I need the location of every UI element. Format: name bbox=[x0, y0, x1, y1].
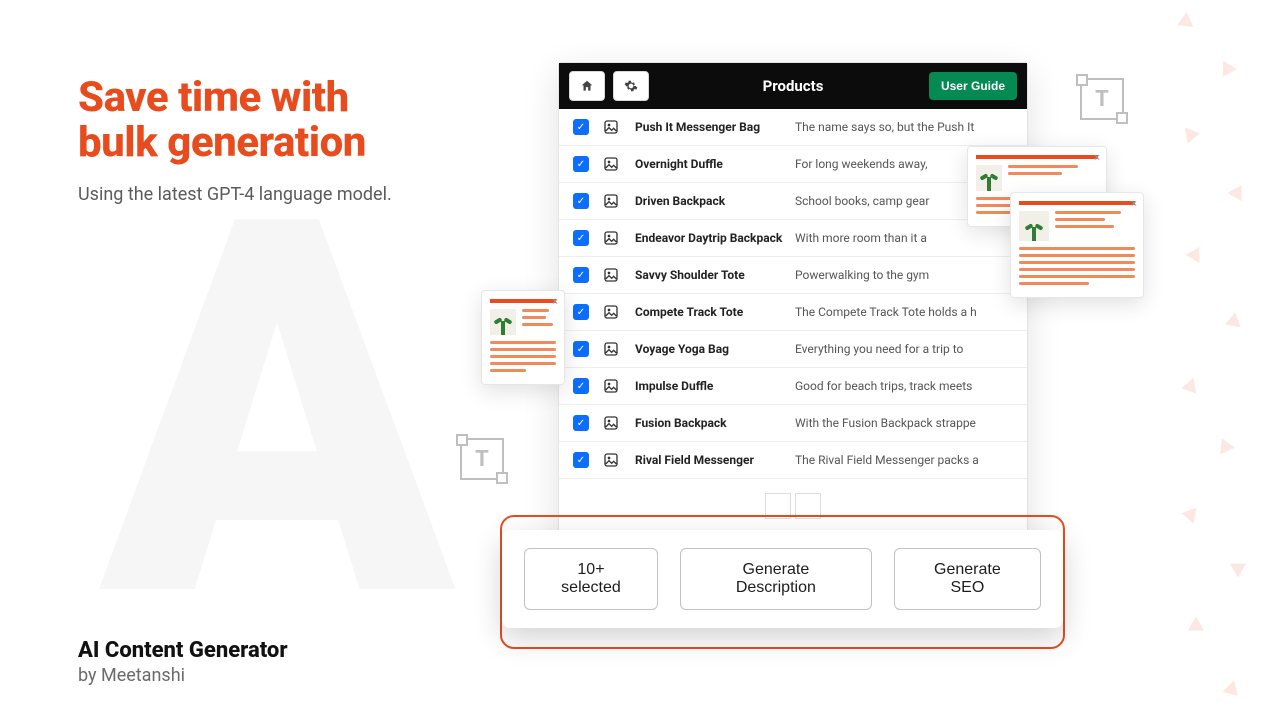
image-icon bbox=[603, 452, 619, 468]
product-name: Impulse Duffle bbox=[635, 379, 795, 393]
product-rows: ✓ Push It Messenger BagThe name says so, … bbox=[559, 109, 1027, 479]
image-icon bbox=[603, 193, 619, 209]
hero-title-line1: Save time with bbox=[78, 73, 349, 122]
row-checkbox[interactable]: ✓ bbox=[573, 267, 589, 283]
row-checkbox[interactable]: ✓ bbox=[573, 378, 589, 394]
image-icon bbox=[603, 378, 619, 394]
image-icon bbox=[603, 267, 619, 283]
product-name: Driven Backpack bbox=[635, 194, 795, 208]
product-name: Voyage Yoga Bag bbox=[635, 342, 795, 356]
hero-subtitle: Using the latest GPT-4 language model. bbox=[78, 184, 392, 205]
preview-card-small: × bbox=[481, 290, 565, 385]
bulk-action-highlight: 10+ selected Generate Description Genera… bbox=[500, 515, 1065, 649]
table-row[interactable]: ✓ Compete Track ToteThe Compete Track Tot… bbox=[559, 294, 1027, 331]
settings-button[interactable] bbox=[613, 71, 649, 101]
product-desc: Everything you need for a trip to bbox=[795, 342, 1013, 356]
table-row[interactable]: ✓ Savvy Shoulder TotePowerwalking to the … bbox=[559, 257, 1027, 294]
product-desc: The Compete Track Tote holds a h bbox=[795, 305, 1013, 319]
product-desc: With the Fusion Backpack strappe bbox=[795, 416, 1013, 430]
panel-toolbar: Products User Guide bbox=[559, 63, 1027, 109]
home-icon bbox=[580, 79, 594, 93]
row-checkbox[interactable]: ✓ bbox=[573, 304, 589, 320]
row-checkbox[interactable]: ✓ bbox=[573, 193, 589, 209]
product-desc: The Rival Field Messenger packs a bbox=[795, 453, 1013, 467]
product-name: Savvy Shoulder Tote bbox=[635, 268, 795, 282]
table-row[interactable]: ✓ Voyage Yoga BagEverything you need for … bbox=[559, 331, 1027, 368]
product-name: Compete Track Tote bbox=[635, 305, 795, 319]
background-pattern bbox=[1160, 0, 1280, 720]
hero: Save time with bulk generation Using the… bbox=[78, 75, 392, 205]
home-button[interactable] bbox=[569, 71, 605, 101]
generate-seo-button[interactable]: Generate SEO bbox=[894, 548, 1041, 610]
close-icon[interactable]: × bbox=[1131, 197, 1137, 210]
product-name: Fusion Backpack bbox=[635, 416, 795, 430]
close-icon[interactable]: × bbox=[1094, 151, 1100, 164]
product-name: Overnight Duffle bbox=[635, 157, 795, 171]
gear-icon bbox=[624, 79, 638, 93]
table-row[interactable]: ✓Overnight DuffleFor long weekends away, bbox=[559, 146, 1027, 183]
table-row[interactable]: ✓ Fusion BackpackWith the Fusion Backpack… bbox=[559, 405, 1027, 442]
brand-block: AI Content Generator by Meetanshi bbox=[78, 638, 288, 686]
hero-title-line2: bulk generation bbox=[78, 118, 366, 167]
panel-title: Products bbox=[657, 77, 929, 95]
image-icon bbox=[603, 304, 619, 320]
textframe-handle-icon: T bbox=[460, 438, 504, 480]
bulk-action-bar: 10+ selected Generate Description Genera… bbox=[502, 530, 1063, 628]
image-icon bbox=[603, 156, 619, 172]
background-letter: A bbox=[100, 230, 454, 594]
image-icon bbox=[603, 341, 619, 357]
generate-description-button[interactable]: Generate Description bbox=[680, 548, 872, 610]
close-icon[interactable]: × bbox=[552, 295, 558, 308]
products-panel: Products User Guide ✓ Push It Messenger B… bbox=[558, 62, 1028, 538]
product-name: Rival Field Messenger bbox=[635, 453, 795, 467]
table-row[interactable]: ✓ Push It Messenger BagThe name says so, … bbox=[559, 109, 1027, 146]
brand-byline: by Meetanshi bbox=[78, 665, 288, 686]
preview-card-large: × bbox=[1010, 192, 1144, 298]
product-desc: Powerwalking to the gym bbox=[795, 268, 1013, 282]
table-row[interactable]: ✓Driven BackpackSchool books, camp gear bbox=[559, 183, 1027, 220]
image-icon bbox=[603, 415, 619, 431]
table-row[interactable]: ✓ Endeavor Daytrip BackpackWith more room… bbox=[559, 220, 1027, 257]
table-row[interactable]: ✓ Rival Field MessengerThe Rival Field Me… bbox=[559, 442, 1027, 479]
row-checkbox[interactable]: ✓ bbox=[573, 341, 589, 357]
image-icon bbox=[603, 230, 619, 246]
product-desc: Good for beach trips, track meets bbox=[795, 379, 1013, 393]
row-checkbox[interactable]: ✓ bbox=[573, 230, 589, 246]
row-checkbox[interactable]: ✓ bbox=[573, 156, 589, 172]
product-desc: With more room than it a bbox=[795, 231, 1013, 245]
row-checkbox[interactable]: ✓ bbox=[573, 452, 589, 468]
row-checkbox[interactable]: ✓ bbox=[573, 119, 589, 135]
product-name: Push It Messenger Bag bbox=[635, 120, 795, 134]
product-name: Endeavor Daytrip Backpack bbox=[635, 231, 795, 245]
selected-count-button[interactable]: 10+ selected bbox=[524, 548, 658, 610]
image-icon bbox=[603, 119, 619, 135]
product-desc: The name says so, but the Push It bbox=[795, 120, 1013, 134]
table-row[interactable]: ✓ Impulse DuffleGood for beach trips, tra… bbox=[559, 368, 1027, 405]
textframe-handle-icon: T bbox=[1080, 78, 1124, 120]
user-guide-button[interactable]: User Guide bbox=[929, 72, 1017, 100]
brand-name: AI Content Generator bbox=[78, 638, 288, 663]
row-checkbox[interactable]: ✓ bbox=[573, 415, 589, 431]
hero-title: Save time with bulk generation bbox=[78, 75, 392, 166]
